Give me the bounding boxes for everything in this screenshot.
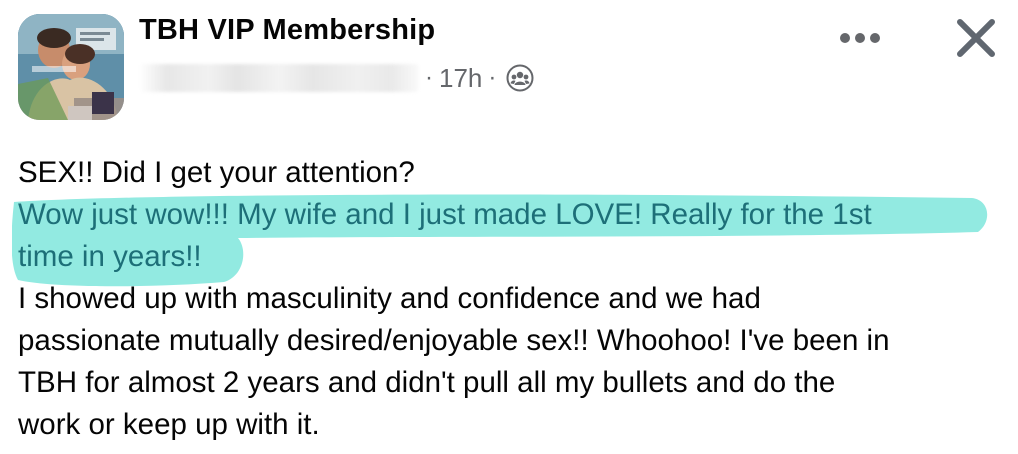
post-line-6: TBH for almost 2 years and didn't pull a… xyxy=(18,366,836,399)
post-meta: · 17h · xyxy=(139,58,534,98)
meta-separator-2: · xyxy=(488,64,497,91)
post-line-7: work or keep up with it. xyxy=(18,408,320,441)
more-horizontal-icon xyxy=(840,33,880,43)
post-timestamp[interactable]: 17h xyxy=(439,63,482,94)
post-line-3-highlighted: time in years!! xyxy=(18,240,202,273)
post-line-5: passionate mutually desired/enjoyable se… xyxy=(18,324,890,357)
post-line-2-highlighted: Wow just wow!!! My wife and I just made … xyxy=(18,198,872,231)
close-icon xyxy=(957,19,995,57)
redacted-author-name xyxy=(139,64,419,92)
group-avatar[interactable] xyxy=(18,14,124,120)
post-line-4: I showed up with masculinity and confide… xyxy=(18,282,761,315)
meta-separator: · xyxy=(425,64,433,91)
more-options-button[interactable] xyxy=(832,20,888,56)
group-name[interactable]: TBH VIP Membership xyxy=(139,14,435,47)
close-button[interactable] xyxy=(948,10,1004,66)
post-text: SEX!! Did I get your attention? Wow just… xyxy=(12,152,998,446)
post-card: TBH VIP Membership · 17h · SEX!! Did I g… xyxy=(0,0,1018,454)
group-icon xyxy=(506,64,534,92)
post-line-1: SEX!! Did I get your attention? xyxy=(18,156,415,189)
avatar-image xyxy=(18,14,124,120)
